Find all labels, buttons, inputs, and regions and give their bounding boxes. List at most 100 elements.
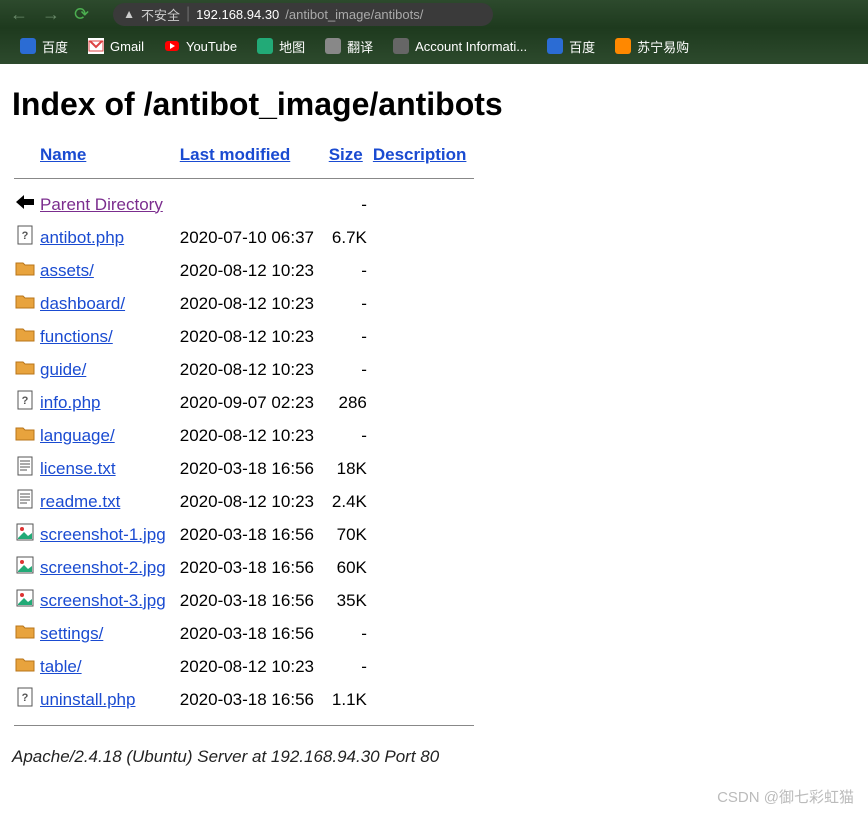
- bookmark-item[interactable]: Account Informati...: [393, 38, 527, 54]
- size-value: 1.1K: [327, 683, 371, 716]
- back-button[interactable]: ←: [10, 4, 28, 25]
- bookmark-label: 百度: [42, 37, 68, 56]
- bookmark-item[interactable]: 翻译: [325, 37, 373, 56]
- file-link[interactable]: settings/: [40, 624, 103, 643]
- bookmark-item[interactable]: 地图: [257, 37, 305, 56]
- file-link[interactable]: assets/: [40, 261, 94, 280]
- bookmark-label: YouTube: [186, 39, 237, 54]
- baidu-icon: [547, 38, 563, 54]
- file-link[interactable]: language/: [40, 426, 115, 445]
- file-link[interactable]: readme.txt: [40, 492, 120, 511]
- table-row: readme.txt2020-08-12 10:232.4K: [12, 485, 476, 518]
- page-title: Index of /antibot_image/antibots: [12, 86, 856, 123]
- account-icon: [393, 38, 409, 54]
- file-link[interactable]: table/: [40, 657, 82, 676]
- divider: [14, 725, 474, 726]
- parent-directory-link[interactable]: Parent Directory: [40, 195, 163, 214]
- dir-icon: [12, 320, 38, 353]
- dir-icon: [12, 617, 38, 650]
- bookmarks-bar: 百度 Gmail YouTube 地图 翻译 Account Informati... 百度…: [0, 28, 868, 64]
- reload-button[interactable]: ⟳: [74, 4, 89, 25]
- modified-value: 2020-08-12 10:23: [178, 419, 327, 452]
- table-row: settings/2020-03-18 16:56-: [12, 617, 476, 650]
- img-icon: [12, 551, 38, 584]
- file-link[interactable]: uninstall.php: [40, 690, 135, 709]
- modified-value: 2020-07-10 06:37: [178, 221, 327, 254]
- svg-text:?: ?: [22, 230, 29, 242]
- table-row: language/2020-08-12 10:23-: [12, 419, 476, 452]
- size-value: -: [327, 353, 371, 386]
- modified-value: 2020-03-18 16:56: [178, 617, 327, 650]
- gmail-icon: [88, 38, 104, 54]
- warning-icon: ▲: [123, 7, 135, 21]
- browser-toolbar: ← → ⟳ ▲ 不安全 | 192.168.94.30/antibot_imag…: [0, 0, 868, 28]
- table-row: license.txt2020-03-18 16:5618K: [12, 452, 476, 485]
- size-value: -: [327, 254, 371, 287]
- php-icon: ?: [12, 386, 38, 419]
- modified-value: 2020-08-12 10:23: [178, 650, 327, 683]
- size-value: -: [327, 287, 371, 320]
- separator: |: [186, 5, 190, 23]
- file-link[interactable]: functions/: [40, 327, 113, 346]
- forward-button[interactable]: →: [42, 4, 60, 25]
- server-signature: Apache/2.4.18 (Ubuntu) Server at 192.168…: [12, 747, 856, 767]
- table-row: screenshot-2.jpg 2020-03-18 16:5660K: [12, 551, 476, 584]
- table-row: assets/2020-08-12 10:23-: [12, 254, 476, 287]
- bookmark-label: 苏宁易购: [637, 37, 689, 56]
- size-value: 60K: [327, 551, 371, 584]
- table-row: table/2020-08-12 10:23-: [12, 650, 476, 683]
- col-name[interactable]: Name: [40, 145, 86, 164]
- bookmark-item[interactable]: 百度: [20, 37, 68, 56]
- modified-value: 2020-08-12 10:23: [178, 287, 327, 320]
- col-modified[interactable]: Last modified: [180, 145, 291, 164]
- file-link[interactable]: screenshot-1.jpg: [40, 525, 166, 544]
- dir-icon: [12, 287, 38, 320]
- bookmark-label: Gmail: [110, 39, 144, 54]
- dir-icon: [12, 254, 38, 287]
- modified-value: 2020-08-12 10:23: [178, 320, 327, 353]
- bookmark-item[interactable]: YouTube: [164, 38, 237, 54]
- modified-value: 2020-09-07 02:23: [178, 386, 327, 419]
- bookmark-label: 百度: [569, 37, 595, 56]
- file-link[interactable]: screenshot-2.jpg: [40, 558, 166, 577]
- file-link[interactable]: antibot.php: [40, 228, 124, 247]
- parent-directory-row: Parent Directory -: [12, 188, 476, 221]
- table-row: ?uninstall.php2020-03-18 16:561.1K: [12, 683, 476, 716]
- dir-icon: [12, 419, 38, 452]
- file-link[interactable]: guide/: [40, 360, 86, 379]
- txt-icon: [12, 452, 38, 485]
- file-link[interactable]: info.php: [40, 393, 101, 412]
- file-link[interactable]: license.txt: [40, 459, 116, 478]
- bookmark-item[interactable]: 百度: [547, 37, 595, 56]
- col-desc[interactable]: Description: [373, 145, 467, 164]
- address-bar[interactable]: ▲ 不安全 | 192.168.94.30/antibot_image/anti…: [113, 3, 493, 26]
- bookmark-item[interactable]: 苏宁易购: [615, 37, 689, 56]
- size-value: -: [327, 320, 371, 353]
- page-content: Index of /antibot_image/antibots Name La…: [0, 64, 868, 777]
- php-icon: ?: [12, 683, 38, 716]
- modified-value: 2020-08-12 10:23: [178, 254, 327, 287]
- suning-icon: [615, 38, 631, 54]
- table-row: ?info.php2020-09-07 02:23286: [12, 386, 476, 419]
- bookmark-label: 翻译: [347, 37, 373, 56]
- size-value: -: [327, 650, 371, 683]
- size-value: 70K: [327, 518, 371, 551]
- file-link[interactable]: dashboard/: [40, 294, 125, 313]
- size-value: 6.7K: [327, 221, 371, 254]
- img-icon: [12, 518, 38, 551]
- size-value: -: [327, 188, 371, 221]
- txt-icon: [12, 485, 38, 518]
- size-value: -: [327, 617, 371, 650]
- bookmark-label: 地图: [279, 37, 305, 56]
- directory-listing: Name Last modified Size Description Pare…: [12, 141, 476, 735]
- modified-value: 2020-03-18 16:56: [178, 551, 327, 584]
- table-row: screenshot-1.jpg2020-03-18 16:5670K: [12, 518, 476, 551]
- file-link[interactable]: screenshot-3.jpg: [40, 591, 166, 610]
- bookmark-item[interactable]: Gmail: [88, 38, 144, 54]
- table-row: functions/2020-08-12 10:23-: [12, 320, 476, 353]
- table-row: ? antibot.php 2020-07-10 06:376.7K: [12, 221, 476, 254]
- modified-value: 2020-03-18 16:56: [178, 584, 327, 617]
- col-size[interactable]: Size: [329, 145, 363, 164]
- youtube-icon: [164, 38, 180, 54]
- svg-text:?: ?: [22, 395, 29, 407]
